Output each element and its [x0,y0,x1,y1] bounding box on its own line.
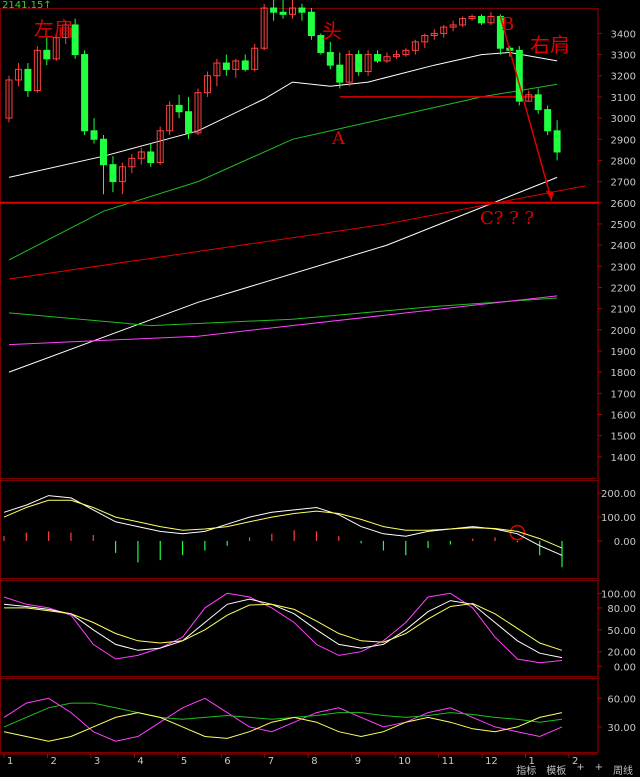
indicator3-tick-label-60: 60.00 [607,694,636,705]
moving-average-line-1 [8,51,558,178]
candle-body-40 [374,54,382,62]
candle-body-59 [553,130,561,153]
x-tick-label-9: 9 [355,756,361,767]
indicator2-tick-label-50: 50.00 [607,626,636,637]
y-tick-label-1400: 1400 [611,453,636,464]
panel-frame-1 [0,8,599,479]
candle-body-3 [24,68,32,92]
y-tick-label-3100: 3100 [611,93,636,104]
moving-average-line-5 [8,297,558,327]
y-tick-label-2400: 2400 [611,241,636,252]
moving-average-line-2 [8,83,558,261]
y-tick-label-2800: 2800 [611,156,636,167]
indicator2-tick-label-80: 80.00 [607,604,636,615]
indicator1-tick-label-0: 0.00 [614,537,636,548]
head-label: 头 [322,19,342,43]
y-tick-label-2900: 2900 [611,135,636,146]
y-tick-label-2200: 2200 [611,283,636,294]
candle-body-35 [326,51,334,66]
panel-frame-3 [0,580,599,677]
moving-average-line-4 [8,185,586,280]
x-tick-label-8: 8 [311,756,317,767]
candle-body-30 [279,11,287,15]
y-tick-label-3400: 3400 [611,29,636,40]
x-tick-label-12: 12 [485,756,498,767]
candle-body-26 [241,60,249,70]
x-tick-label-3: 3 [94,756,100,767]
candle-body-10 [90,130,98,140]
candle-body-58 [544,109,552,132]
y-tick-label-3000: 3000 [611,114,636,125]
left-shoulder-label: 左肩 [34,17,74,41]
weekly-period-tab[interactable]: 周线 [610,762,636,777]
indicator2-line-3 [4,602,563,651]
x-tick-label-1: 1 [7,756,13,767]
indicator1-tick-label-100: 100.00 [601,513,636,524]
add-tab-button-2[interactable]: + [592,762,606,776]
right-shoulder-label: 右肩 [530,33,570,57]
x-tick-label-11: 11 [442,756,455,767]
stock-chart: 3400 3300 3200 3100 3000 2900 2800 2700 2600 2500… [0,0,636,767]
indicator2-line-1 [3,592,563,664]
panel-frame-4 [0,678,599,753]
y-tick-label-2300: 2300 [611,262,636,273]
template-tab[interactable]: 模板 [543,762,569,777]
x-tick-label-2: 2 [50,756,56,767]
projection-arrow-head [545,190,554,201]
x-tick-label-5: 5 [181,756,187,767]
candle-body-5 [43,49,51,60]
y-tick-label-1500: 1500 [611,432,636,443]
y-tick-label-2500: 2500 [611,220,636,231]
y-tick-label-1900: 1900 [611,347,636,358]
indicator3-tick-label-30: 30.00 [607,723,636,734]
indicator1-line-2 [3,499,563,549]
candle-body-32 [298,7,306,13]
y-tick-label-1700: 1700 [611,389,636,400]
candle-body-51 [478,15,485,24]
indicator2-tick-label-100: 100.00 [601,589,636,600]
y-tick-label-2100: 2100 [611,305,636,316]
x-tick-label-10: 10 [398,756,411,767]
y-tick-label-1800: 1800 [611,368,636,379]
add-tab-button[interactable]: + [573,762,587,776]
indicator2-tick-label-20: 20.00 [607,648,636,659]
candle-body-9 [81,54,89,132]
candle-body-29 [270,7,278,13]
indicator1-tick-label-200: 200.00 [601,489,636,500]
y-tick-label-3200: 3200 [611,72,636,83]
y-tick-label-1600: 1600 [611,410,636,421]
point-a-label: A [331,128,346,149]
indicator1-line-1 [3,495,563,556]
x-tick-label-4: 4 [137,756,143,767]
candle-body-36 [336,64,344,83]
indicator2-line-2 [3,598,563,659]
header-readout: 2141.15↑ [2,0,52,11]
candle-body-20 [185,111,193,134]
candle-body-38 [355,54,363,73]
point-c-label: C? ? ? [480,208,534,229]
x-tick-label-6: 6 [224,756,230,767]
y-tick-label-3300: 3300 [611,51,636,62]
indicator3-line-2 [3,702,563,728]
x-tick-label-7: 7 [268,756,274,767]
candle-body-33 [307,11,315,37]
candle-body-11 [100,138,107,166]
candle-body-24 [222,62,230,70]
indicator2-tick-label-0: 0.00 [614,662,636,673]
footer-tabs: 指标 模板 + + 周线 [513,762,636,777]
panel-frame-2 [0,480,599,579]
candle-body-12 [109,164,117,183]
y-tick-label-2000: 2000 [611,326,636,337]
y-tick-label-2700: 2700 [611,178,636,189]
y-tick-label-2600: 2600 [611,199,636,210]
candle-body-19 [175,104,183,113]
candle-body-57 [534,94,542,111]
candle-body-16 [147,151,155,164]
indicator-tab[interactable]: 指标 [513,762,539,777]
point-b-label: B [501,14,514,35]
